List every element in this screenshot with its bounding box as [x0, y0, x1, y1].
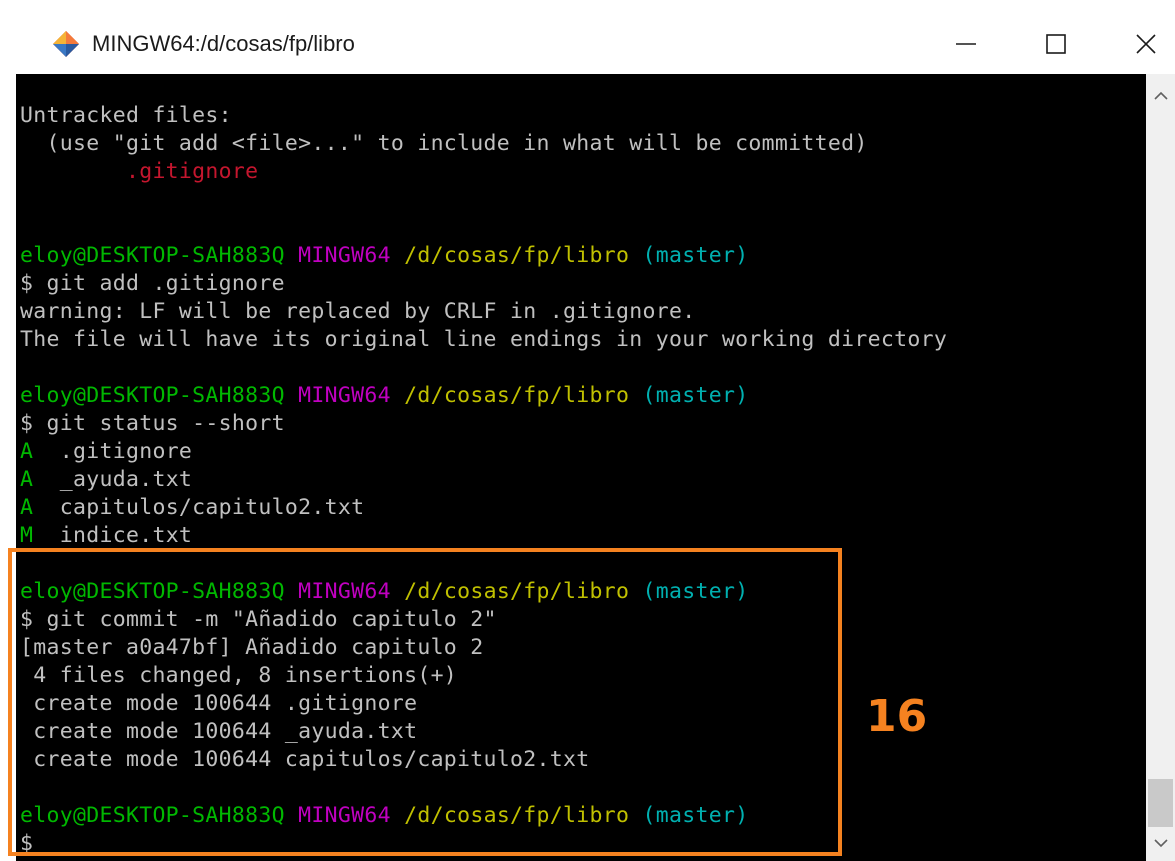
chevron-up-icon: [1153, 91, 1168, 100]
maximize-icon: [1046, 34, 1066, 54]
terminal-text-segment: M: [20, 523, 34, 548]
terminal-text-segment: A: [20, 467, 34, 492]
chevron-down-icon: [1153, 839, 1168, 848]
terminal-text-segment: $ git status --short: [20, 411, 285, 436]
terminal-line: eloy@DESKTOP-SAH883Q MINGW64 /d/cosas/fp…: [20, 242, 947, 270]
terminal-line: The file will have its original line end…: [20, 326, 947, 354]
terminal-text-segment: MINGW64: [298, 383, 391, 408]
terminal-text-segment: /d/cosas/fp/libro: [404, 383, 630, 408]
terminal-text-segment: _ayuda.txt: [33, 467, 193, 492]
terminal-text-segment: (master): [642, 243, 749, 268]
maximize-button[interactable]: [1034, 22, 1078, 66]
terminal-line: $ git status --short: [20, 410, 947, 438]
terminal-line: $ git add .gitignore: [20, 270, 947, 298]
terminal-line: eloy@DESKTOP-SAH883Q MINGW64 /d/cosas/fp…: [20, 382, 947, 410]
vertical-scrollbar[interactable]: [1146, 74, 1175, 861]
terminal-line: warning: LF will be replaced by CRLF in …: [20, 298, 947, 326]
terminal-text-segment: A: [20, 495, 34, 520]
terminal-text-segment: indice.txt: [33, 523, 193, 548]
scrollbar-thumb[interactable]: [1148, 779, 1173, 827]
terminal-text-segment: .gitignore: [20, 159, 259, 184]
step-number-label: 16: [866, 691, 928, 742]
window-title: MINGW64:/d/cosas/fp/libro: [92, 31, 355, 56]
terminal-line: A .gitignore: [20, 438, 947, 466]
close-icon: [1136, 34, 1156, 54]
terminal-text-segment: (use "git add <file>..." to include in w…: [20, 131, 868, 156]
terminal-line: A capitulos/capitulo2.txt: [20, 494, 947, 522]
git-diamond-icon: [52, 30, 80, 58]
scroll-up-button[interactable]: [1146, 82, 1175, 110]
terminal-text-segment: eloy@DESKTOP-SAH883Q: [20, 243, 285, 268]
terminal-text-segment: MINGW64: [298, 243, 391, 268]
terminal-line: (use "git add <file>..." to include in w…: [20, 130, 947, 158]
terminal-window: MINGW64:/d/cosas/fp/libro Untracked file…: [0, 0, 1175, 861]
scroll-down-button[interactable]: [1146, 829, 1175, 857]
terminal-line: Untracked files:: [20, 102, 947, 130]
terminal-line: M indice.txt: [20, 522, 947, 550]
terminal-text-segment: .gitignore: [33, 439, 193, 464]
terminal-line: A _ayuda.txt: [20, 466, 947, 494]
terminal-text-segment: /d/cosas/fp/libro: [404, 243, 630, 268]
terminal-text-segment: Untracked files:: [20, 103, 232, 128]
highlight-box: [8, 548, 842, 856]
terminal-text-segment: warning: LF will be replaced by CRLF in …: [20, 299, 696, 324]
terminal-line: .gitignore: [20, 158, 947, 186]
minimize-icon: [956, 43, 976, 45]
minimize-button[interactable]: [944, 22, 988, 66]
terminal-text-segment: The file will have its original line end…: [20, 327, 948, 352]
terminal-text-segment: eloy@DESKTOP-SAH883Q: [20, 383, 285, 408]
terminal-text-segment: A: [20, 439, 34, 464]
terminal-text-segment: $ git add .gitignore: [20, 271, 285, 296]
title-bar[interactable]: MINGW64:/d/cosas/fp/libro: [16, 0, 1175, 84]
terminal-text-segment: capitulos/capitulo2.txt: [33, 495, 365, 520]
close-button[interactable]: [1124, 22, 1168, 66]
terminal-text-segment: (master): [642, 383, 749, 408]
